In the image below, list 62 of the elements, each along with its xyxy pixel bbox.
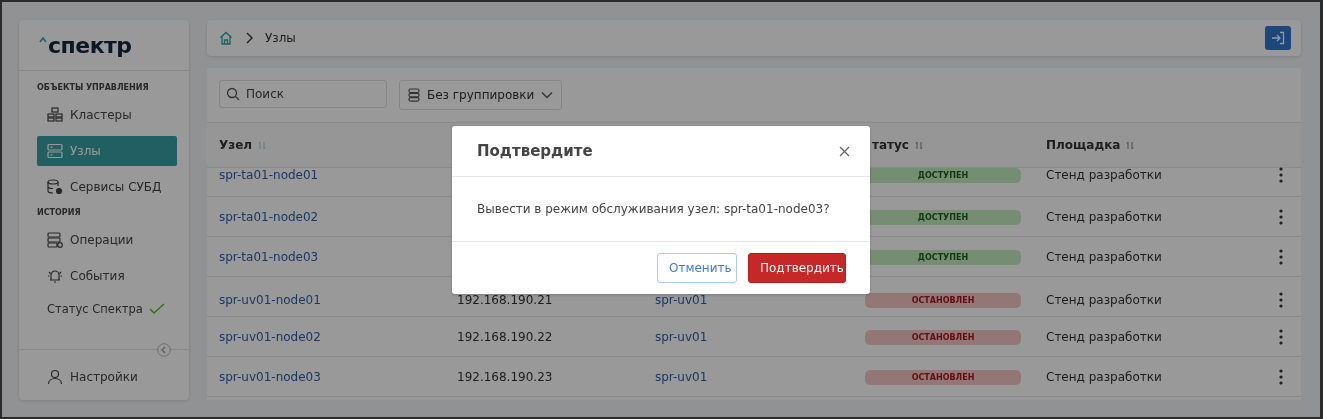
node-link[interactable]: spr-ta01-node03 — [219, 249, 319, 264]
more-icon[interactable] — [1279, 208, 1283, 225]
logout-button[interactable] — [1265, 26, 1291, 50]
search-field[interactable]: Поиск — [219, 80, 387, 108]
node-link[interactable]: spr-uv01-node03 — [219, 369, 321, 384]
table-cell: Стенд разработки — [1046, 329, 1162, 344]
table-cell: 192.168.190.23 — [457, 369, 553, 384]
more-icon[interactable] — [1279, 291, 1283, 308]
table-cell: Стенд разработки — [1046, 249, 1162, 264]
grouping-dropdown[interactable]: Без группировки — [399, 80, 563, 110]
status-badge: ОСТАНОВЛЕН — [865, 369, 1021, 385]
table-cell: 192.168.190.21 — [457, 292, 553, 307]
breadcrumb-current: Узлы — [265, 31, 296, 45]
chevron-right-icon — [245, 32, 253, 44]
status-label: Статус Спектра — [47, 302, 143, 316]
operations-icon — [47, 232, 63, 248]
nav-item[interactable]: Операции — [37, 225, 177, 255]
logo-caret-icon — [39, 37, 47, 43]
database-gear-icon — [47, 179, 63, 195]
table-cell: 192.168.190.22 — [457, 329, 553, 344]
login-icon — [1271, 31, 1285, 45]
nav-item[interactable]: Сервисы СУБД — [37, 172, 177, 202]
server-icon — [47, 143, 63, 159]
column-header: Узел — [219, 138, 253, 152]
settings-item[interactable]: Настройки — [37, 362, 171, 392]
confirm-button[interactable]: Подтвердить — [748, 253, 846, 283]
nav-item[interactable]: Узлы — [37, 136, 177, 166]
node-link[interactable]: spr-ta01-node01 — [219, 168, 319, 182]
column-header: Площадка — [1046, 138, 1121, 152]
node-link[interactable]: spr-ta01-node02 — [219, 209, 319, 224]
more-icon[interactable] — [1279, 248, 1283, 265]
more-icon[interactable] — [1279, 368, 1283, 385]
more-icon[interactable] — [1279, 167, 1283, 183]
section-heading: ОБЪЕКТЫ УПРАВЛЕНИЯ — [37, 83, 150, 92]
close-icon[interactable] — [839, 145, 850, 157]
user-icon — [47, 369, 63, 385]
more-icon[interactable] — [1279, 328, 1283, 345]
nav-item[interactable]: События — [37, 261, 177, 291]
status-badge: ОСТАНОВЛЕН — [865, 292, 1021, 308]
status-badge: ОСТАНОВЛЕН — [865, 329, 1021, 345]
bell-icon — [47, 268, 63, 284]
table-cell: Стенд разработки — [1046, 369, 1162, 384]
section-heading: ИСТОРИЯ — [37, 208, 82, 217]
stack-icon — [408, 88, 420, 102]
table-cell: Стенд разработки — [1046, 168, 1162, 182]
column-header: татус — [872, 138, 909, 152]
node-link[interactable]: spr-uv01-node01 — [219, 292, 321, 307]
logo: спектр — [48, 32, 132, 58]
table-cell: Стенд разработки — [1046, 292, 1162, 307]
chevron-down-icon — [541, 91, 554, 99]
dialog-title: Подтвердите — [477, 142, 593, 160]
cancel-button[interactable]: Отменить — [657, 253, 737, 283]
dialog-message: Вывести в режим обслуживания узел: spr-ta01-node03? — [477, 202, 830, 216]
cluster-link[interactable]: spr-uv01 — [655, 329, 708, 344]
home-icon[interactable] — [219, 31, 233, 45]
cluster-link[interactable]: spr-uv01 — [655, 292, 708, 307]
cluster-link[interactable]: spr-uv01 — [655, 369, 708, 384]
cluster-icon — [47, 107, 63, 123]
node-link[interactable]: spr-uv01-node02 — [219, 329, 321, 344]
nav-item[interactable]: Кластеры — [37, 100, 177, 130]
table-cell: Стенд разработки — [1046, 209, 1162, 224]
search-icon — [226, 87, 240, 101]
